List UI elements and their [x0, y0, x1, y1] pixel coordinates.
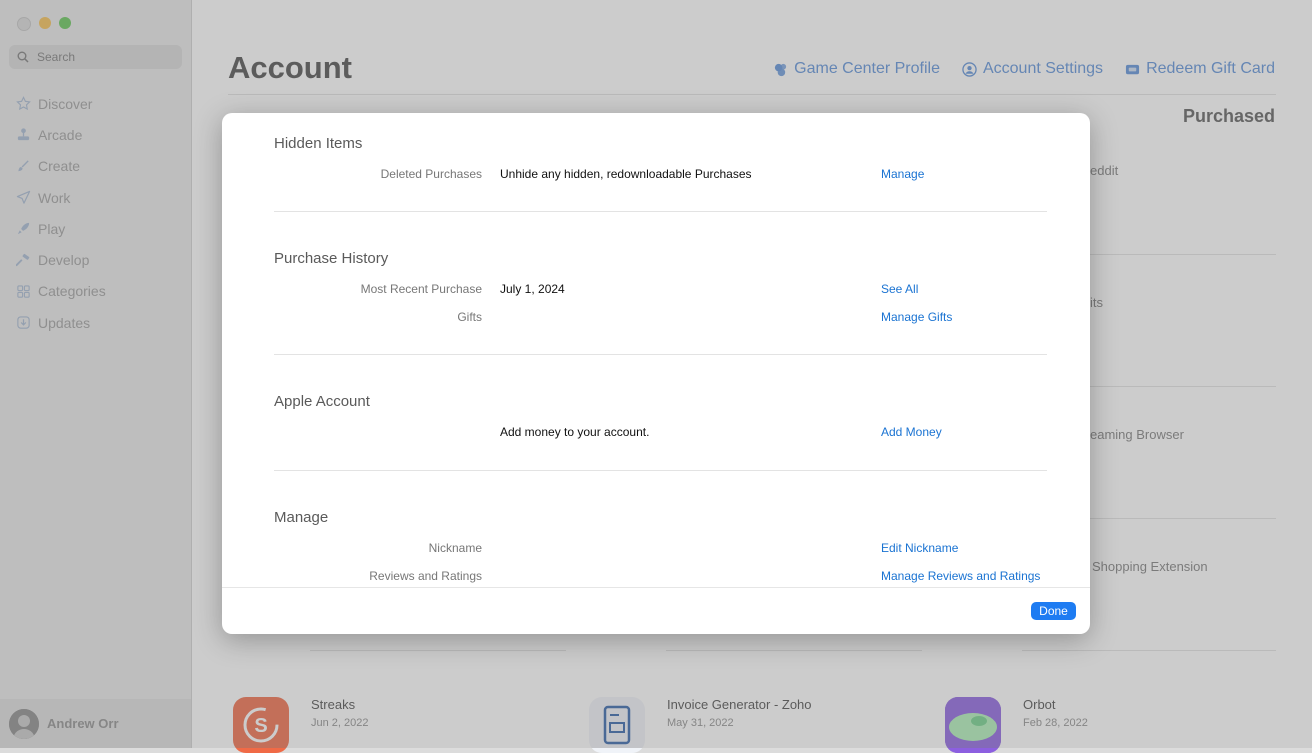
section-divider [274, 470, 1047, 471]
hidden-items-section: Hidden Items Deleted Purchases Unhide an… [274, 135, 1047, 195]
section-title: Apple Account [274, 393, 370, 410]
row-label: Gifts [457, 310, 482, 324]
row-label: Most Recent Purchase [360, 282, 482, 296]
row-value: July 1, 2024 [500, 282, 565, 296]
section-title: Purchase History [274, 250, 389, 267]
add-money-row: Add money to your account. Add Money [274, 425, 1047, 443]
account-info-sheet: Hidden Items Deleted Purchases Unhide an… [222, 113, 1090, 634]
row-label: Deleted Purchases [380, 167, 482, 181]
done-button[interactable]: Done [1031, 602, 1076, 620]
manage-gifts-link[interactable]: Manage Gifts [881, 310, 952, 324]
section-title: Manage [274, 509, 329, 526]
see-all-link[interactable]: See All [881, 282, 918, 296]
row-value: Unhide any hidden, redownloadable Purcha… [500, 167, 752, 181]
add-money-link[interactable]: Add Money [881, 425, 942, 439]
apple-account-section: Apple Account Add money to your account.… [274, 393, 1047, 453]
row-value: Add money to your account. [500, 425, 650, 439]
deleted-purchases-row: Deleted Purchases Unhide any hidden, red… [274, 167, 1047, 185]
sheet-footer-divider [222, 587, 1090, 588]
nickname-row: Nickname Edit Nickname [274, 541, 1047, 559]
gifts-row: Gifts Manage Gifts [274, 310, 1047, 328]
sheet-scroll-area[interactable]: Hidden Items Deleted Purchases Unhide an… [222, 113, 1090, 587]
section-divider [274, 354, 1047, 355]
section-divider [274, 211, 1047, 212]
purchase-history-section: Purchase History Most Recent Purchase Ju… [274, 250, 1047, 340]
recent-purchase-row: Most Recent Purchase July 1, 2024 See Al… [274, 282, 1047, 300]
manage-reviews-link[interactable]: Manage Reviews and Ratings [881, 569, 1040, 583]
reviews-row: Reviews and Ratings Manage Reviews and R… [274, 569, 1047, 587]
edit-nickname-link[interactable]: Edit Nickname [881, 541, 958, 555]
manage-section: Manage Nickname Edit Nickname Reviews an… [274, 509, 1047, 587]
manage-hidden-link[interactable]: Manage [881, 167, 924, 181]
section-title: Hidden Items [274, 135, 363, 152]
row-label: Nickname [428, 541, 482, 555]
row-label: Reviews and Ratings [369, 569, 482, 583]
